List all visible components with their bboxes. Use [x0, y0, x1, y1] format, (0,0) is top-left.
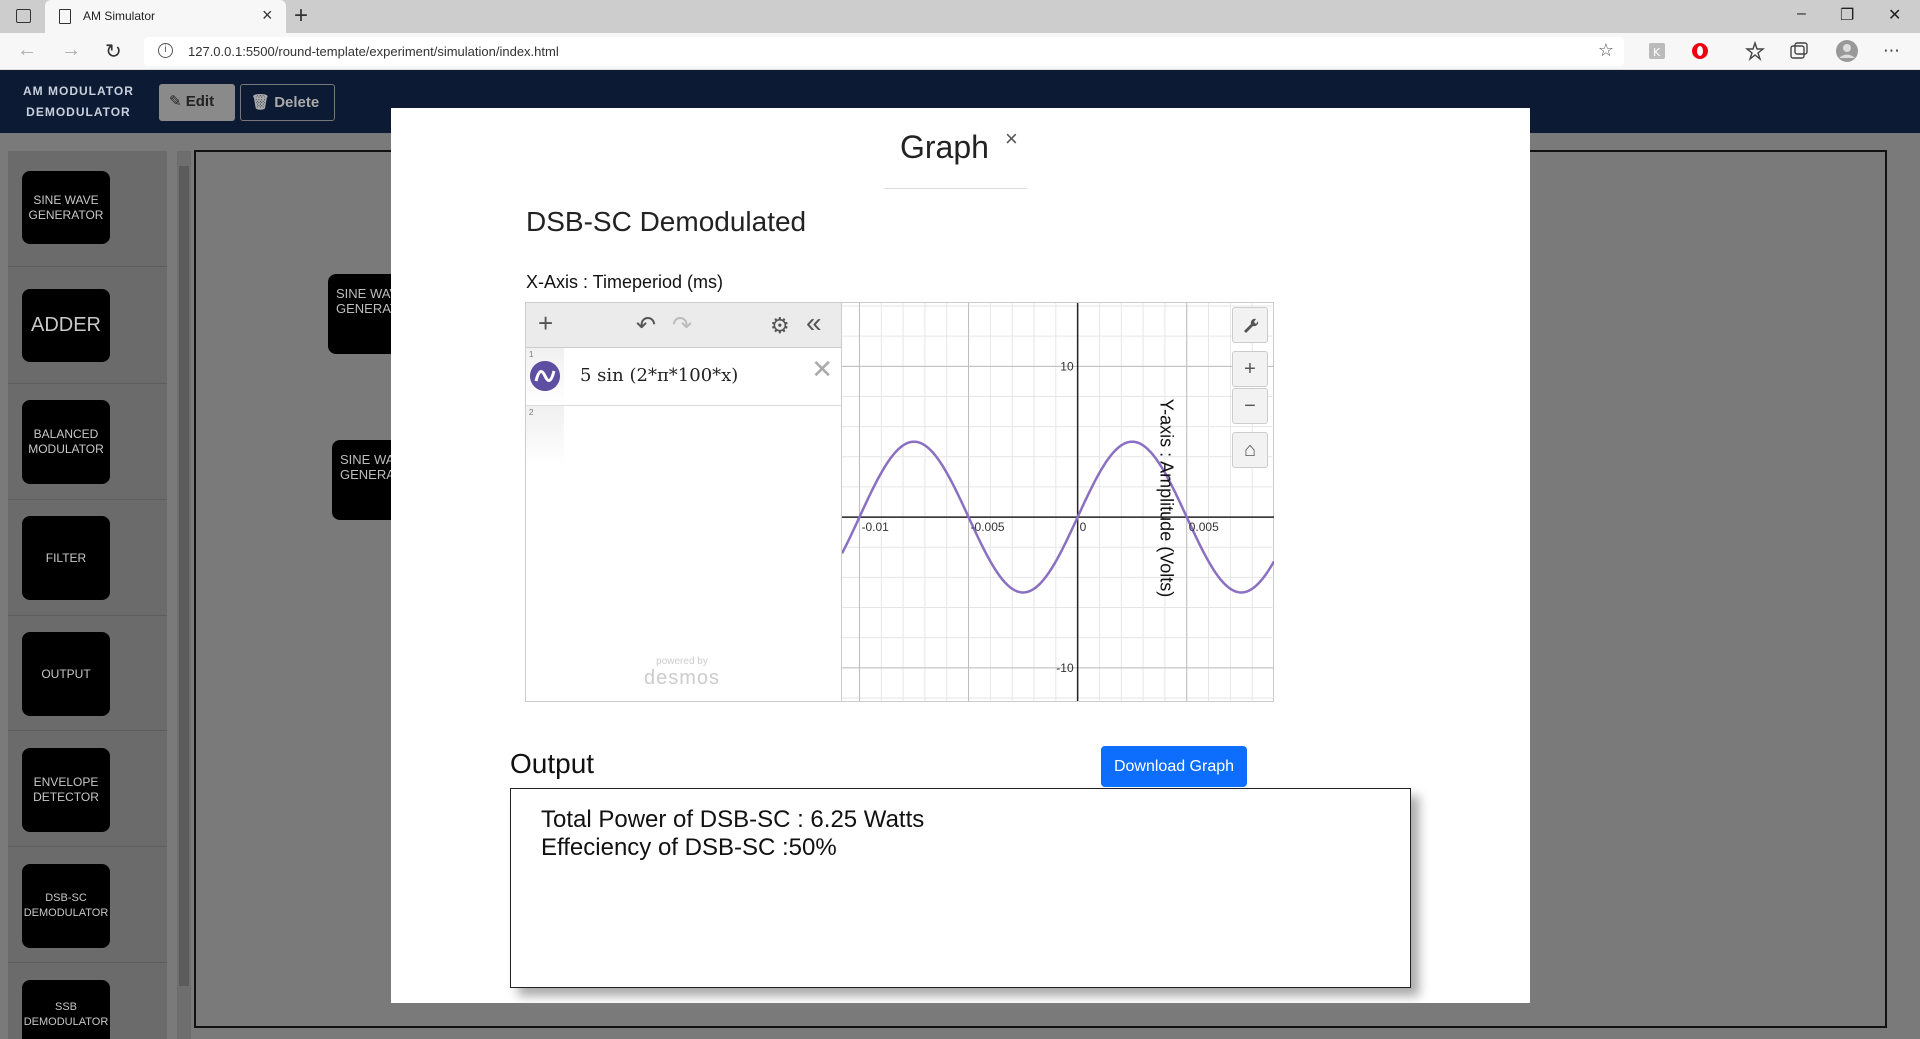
efficiency-text: Effeciency of DSB-SC :50% — [541, 834, 837, 861]
title-divider — [884, 188, 1027, 189]
expression-row[interactable]: 1 5 sin (2*π*100*x) ✕ — [526, 348, 841, 406]
favorites-icon[interactable] — [1745, 41, 1765, 61]
expression-toolbar: + ↶ ↷ ⚙ « — [526, 303, 841, 348]
expression-panel: + ↶ ↷ ⚙ « 1 5 sin (2*π*100*x) ✕ 2 powere… — [526, 303, 842, 701]
profile-avatar[interactable] — [1835, 39, 1859, 63]
modal-close-icon[interactable]: × — [1005, 126, 1018, 152]
settings-gear-icon[interactable]: ⚙ — [770, 313, 790, 339]
divider — [8, 383, 167, 384]
sidebar-item-ssb-demodulator[interactable]: SSB DEMODULATOR — [22, 980, 110, 1039]
add-expression-button[interactable]: + — [538, 308, 553, 339]
page-icon — [59, 9, 71, 24]
x-tick-label: 0 — [1080, 520, 1087, 534]
x-tick-label: 0.005 — [1189, 520, 1219, 534]
divider — [8, 266, 167, 267]
y-axis-label: Y-axis : Amplitude (Volts) — [1156, 398, 1177, 598]
tab-close-icon[interactable]: × — [262, 5, 273, 26]
brand-line-1: AM MODULATOR — [23, 84, 134, 98]
modal-title: Graph — [900, 129, 989, 165]
forward-button[interactable]: → — [61, 39, 81, 62]
x-tick-label: -0.01 — [861, 520, 889, 534]
graph-modal: Graph × DSB-SC Demodulated X-Axis : Time… — [391, 108, 1530, 1003]
edit-button[interactable]: ✎ Edit — [159, 84, 235, 121]
divider — [8, 846, 167, 847]
output-box: Total Power of DSB-SC : 6.25 Watts Effec… — [510, 788, 1411, 988]
redo-icon[interactable]: ↷ — [672, 311, 692, 340]
component-sidebar: SINE WAVE GENERATOR ADDER BALANCED MODUL… — [8, 151, 167, 1039]
url-field[interactable]: i 127.0.0.1:5500/round-template/experime… — [144, 37, 1624, 66]
output-title: Output — [510, 748, 595, 779]
divider — [8, 730, 167, 731]
sidebar-item-dsb-sc-demodulator[interactable]: DSB-SC DEMODULATOR — [22, 864, 110, 948]
home-icon[interactable]: ⌂ — [1232, 432, 1268, 468]
row-number: 2 — [529, 408, 534, 417]
sidebar-scrollbar[interactable] — [177, 151, 191, 1039]
opera-icon[interactable] — [1690, 41, 1710, 61]
delete-button[interactable]: 🗑 Delete — [240, 84, 335, 121]
desmos-branding[interactable]: powered by desmos — [642, 656, 722, 690]
desmos-logo: desmos — [643, 667, 721, 689]
brand-line-2: DEMODULATOR — [26, 105, 131, 119]
sidebar-item-filter[interactable]: FILTER — [22, 516, 110, 600]
window-menu-icon[interactable] — [16, 9, 31, 23]
app-brand: AM MODULATOR DEMODULATOR — [23, 81, 134, 123]
x-tick-label: -0.005 — [971, 520, 1005, 534]
minimize-button[interactable]: – — [1797, 5, 1806, 23]
x-axis-label: X-Axis : Timeperiod (ms) — [526, 272, 724, 292]
wrench-glyph — [1244, 318, 1259, 333]
expression-input[interactable]: 5 sin (2*π*100*x) — [580, 365, 738, 386]
svg-text:K: K — [1653, 46, 1661, 59]
undo-icon[interactable]: ↶ — [636, 311, 656, 340]
divider — [8, 615, 167, 616]
total-power-text: Total Power of DSB-SC : 6.25 Watts — [541, 806, 925, 833]
close-window-button[interactable]: ✕ — [1888, 5, 1901, 25]
y-tick-label: 10 — [1060, 359, 1074, 373]
y-tick-label: -10 — [1056, 661, 1074, 675]
info-icon[interactable]: i — [158, 43, 173, 58]
new-tab-button[interactable]: + — [294, 2, 308, 30]
reload-button[interactable]: ↻ — [105, 39, 122, 64]
more-menu-icon[interactable]: ⋯ — [1883, 41, 1900, 61]
zoom-out-button[interactable]: − — [1232, 388, 1268, 424]
wrench-icon[interactable] — [1232, 307, 1268, 343]
wave-color-icon[interactable] — [530, 361, 560, 391]
divider — [8, 962, 167, 963]
sidebar-item-adder[interactable]: ADDER — [22, 289, 110, 362]
browser-tab[interactable]: AM Simulator × — [45, 0, 286, 33]
powered-by-text: powered by — [656, 656, 708, 667]
extension-icon[interactable]: K — [1648, 42, 1666, 60]
collapse-panel-icon[interactable]: « — [806, 307, 822, 339]
scrollbar-thumb[interactable] — [179, 166, 189, 986]
sidebar-item-sine-wave-generator[interactable]: SINE WAVE GENERATOR — [22, 171, 110, 244]
row-number: 1 — [529, 350, 534, 359]
collections-icon[interactable] — [1789, 41, 1809, 61]
browser-tab-bar: AM Simulator × + – ❐ ✕ — [0, 0, 1920, 33]
back-button[interactable]: ← — [17, 39, 37, 62]
address-bar: ← → ↻ i 127.0.0.1:5500/round-template/ex… — [0, 33, 1920, 70]
url-text[interactable]: 127.0.0.1:5500/round-template/experiment… — [188, 44, 559, 59]
sidebar-item-balanced-modulator[interactable]: BALANCED MODULATOR — [22, 400, 110, 484]
delete-expression-icon[interactable]: ✕ — [811, 354, 833, 385]
graph-heading: DSB-SC Demodulated — [526, 206, 807, 237]
restore-button[interactable]: ❐ — [1840, 5, 1854, 25]
zoom-in-button[interactable]: + — [1232, 351, 1268, 387]
divider — [8, 499, 167, 500]
graph-plot[interactable]: -0.01 -0.005 0 0.005 -10 10 — [842, 303, 1274, 701]
favorite-icon[interactable]: ☆ — [1598, 40, 1614, 61]
sidebar-item-output[interactable]: OUTPUT — [22, 632, 110, 716]
tab-title: AM Simulator — [83, 9, 156, 23]
graph-area[interactable]: -0.01 -0.005 0 0.005 -10 10 + − ⌂ — [842, 303, 1274, 701]
download-graph-button[interactable]: Download Graph — [1101, 746, 1247, 787]
sidebar-item-envelope-detector[interactable]: ENVELOPE DETECTOR — [22, 748, 110, 832]
